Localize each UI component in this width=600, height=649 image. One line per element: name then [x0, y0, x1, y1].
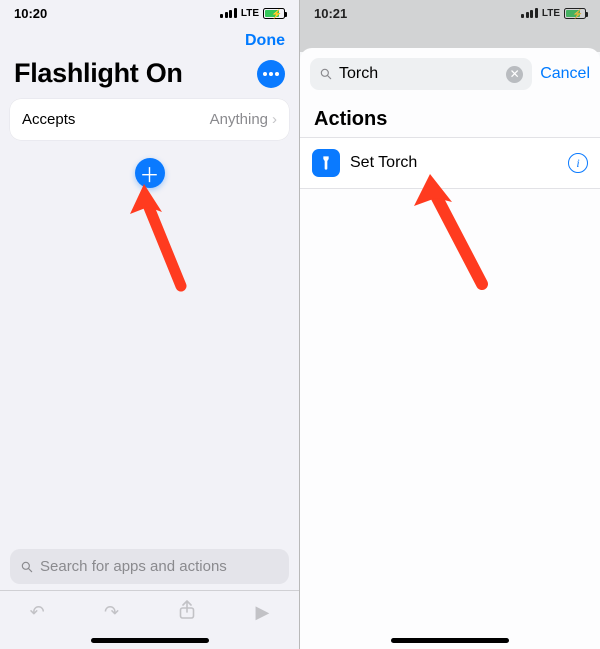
search-row: Torch ✕ Cancel	[300, 48, 600, 98]
more-button[interactable]	[257, 60, 285, 88]
shortcut-editor-screen: 10:20 LTE ⚡ Done Flashlight On Accepts A…	[0, 0, 300, 649]
bottom-area: Search for apps and actions ↶ ↷ ▶	[0, 549, 299, 649]
toolbar: ↶ ↷ ▶	[0, 590, 299, 634]
nav-bar: Done	[0, 26, 299, 54]
done-button[interactable]: Done	[245, 32, 285, 50]
accepts-row[interactable]: Accepts Anything ›	[10, 99, 289, 140]
torch-icon	[312, 149, 340, 177]
annotation-arrow	[126, 178, 216, 303]
search-placeholder: Search for apps and actions	[40, 558, 227, 575]
run-button[interactable]: ▶	[256, 602, 270, 623]
share-button[interactable]	[178, 600, 196, 625]
chevron-right-icon: ›	[272, 111, 277, 128]
search-field[interactable]: Torch ✕	[310, 58, 532, 90]
search-icon	[319, 67, 333, 81]
status-right: LTE ⚡	[220, 8, 285, 19]
background-dim	[300, 0, 600, 52]
redo-button[interactable]: ↷	[104, 602, 119, 623]
battery-icon: ⚡	[263, 8, 285, 19]
info-button[interactable]: i	[568, 153, 588, 173]
home-indicator	[91, 638, 209, 643]
status-time: 10:20	[14, 6, 47, 21]
accepts-label: Accepts	[22, 111, 75, 128]
clear-search-button[interactable]: ✕	[506, 66, 523, 83]
search-query: Torch	[339, 65, 378, 83]
shortcut-title[interactable]: Flashlight On	[14, 58, 183, 89]
signal-icon	[220, 8, 237, 18]
add-action-button[interactable]: ＋	[135, 158, 165, 188]
home-indicator	[391, 638, 509, 643]
undo-button[interactable]: ↶	[30, 602, 45, 623]
section-header-actions: Actions	[300, 98, 600, 138]
action-set-torch[interactable]: Set Torch i	[300, 138, 600, 189]
search-icon	[20, 560, 34, 574]
action-picker-screen: 10:21 LTE ⚡ Torch ✕ Cancel Actions	[300, 0, 600, 649]
title-bar: Flashlight On	[0, 54, 299, 99]
action-search-field[interactable]: Search for apps and actions	[10, 549, 289, 584]
search-sheet: Torch ✕ Cancel Actions Set Torch i	[300, 48, 600, 649]
network-label: LTE	[241, 8, 259, 19]
cancel-button[interactable]: Cancel	[540, 65, 590, 83]
action-label: Set Torch	[350, 154, 417, 172]
status-bar: 10:20 LTE ⚡	[0, 0, 299, 26]
accepts-value: Anything ›	[210, 111, 277, 128]
